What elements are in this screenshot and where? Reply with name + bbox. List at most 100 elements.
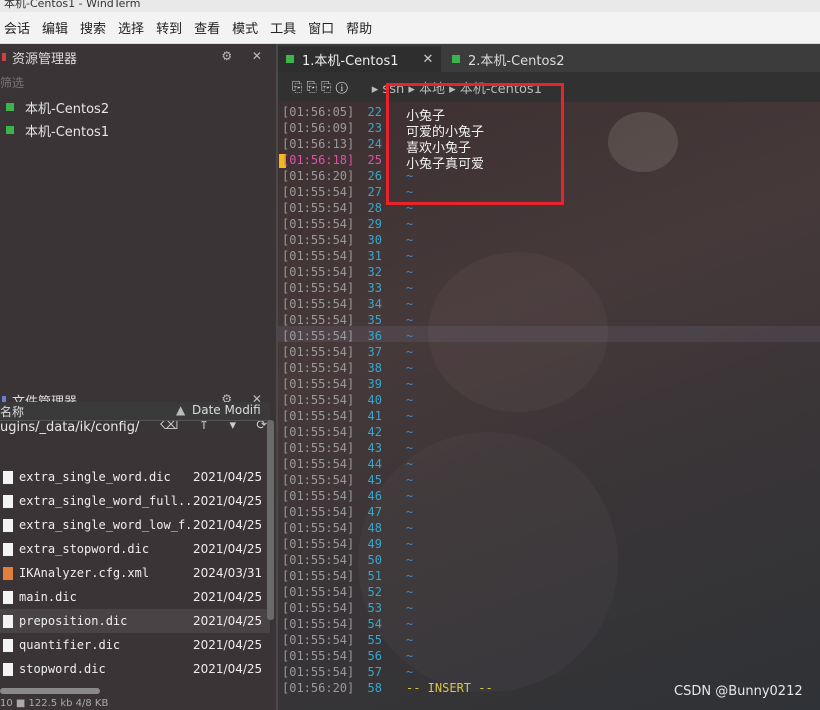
terminal-line: [01:55:54] 37 ~ — [278, 345, 820, 361]
line-timestamp: [01:55:54] — [282, 393, 355, 407]
line-number: 49 — [367, 537, 382, 551]
file-date: 2021/04/25 — [193, 518, 263, 532]
file-row[interactable]: IKAnalyzer.cfg.xml 2024/03/31 — [0, 561, 270, 585]
line-number: 44 — [367, 457, 382, 471]
session-panel-title: 资源管理器 — [12, 51, 78, 67]
line-number: 48 — [367, 521, 382, 535]
file-path-input[interactable]: ugins/_data/ik/config/ — [0, 420, 139, 435]
line-timestamp: [01:55:54] — [282, 217, 355, 231]
menu-mode[interactable]: 模式 — [228, 18, 264, 37]
tab-centos1[interactable]: 1.本机-Centos1 ✕ — [278, 46, 441, 72]
window-title: 本机-Centos1 - WindTerm — [4, 0, 141, 10]
menu-tools[interactable]: 工具 — [266, 18, 302, 37]
empty-line-marker: ~ — [406, 665, 414, 679]
line-timestamp: [01:55:54] — [282, 409, 355, 423]
empty-line-marker: ~ — [406, 281, 414, 295]
file-row[interactable]: stopword.dic 2021/04/25 — [0, 657, 270, 681]
line-number: 47 — [367, 505, 382, 519]
column-date[interactable]: Date Modifi — [192, 403, 261, 417]
column-name[interactable]: 名称 — [0, 403, 24, 420]
empty-line-marker: ~ — [406, 361, 414, 375]
file-date: 2021/04/25 — [193, 614, 263, 628]
terminal-line: [01:55:54] 31 ~ — [278, 249, 820, 265]
file-row[interactable]: quantifier.dic 2021/04/25 — [0, 633, 270, 657]
terminal-line: [01:55:54] 41 ~ — [278, 409, 820, 425]
toolbar-icons[interactable]: ⎘ ⎘ ⎘ ⓘ — [292, 80, 348, 95]
line-timestamp: [01:55:54] — [282, 617, 355, 631]
close-icon[interactable]: ✕ — [423, 52, 434, 67]
file-list-header: 名称 ▲ Date Modifi — [0, 402, 270, 421]
menu-view[interactable]: 查看 — [190, 18, 226, 37]
menu-select[interactable]: 选择 — [114, 18, 150, 37]
file-date: 2021/04/25 — [193, 590, 263, 604]
menu-session[interactable]: 会话 — [0, 18, 36, 37]
session-item[interactable]: 本机-Centos1 — [6, 120, 109, 140]
watermark: CSDN @Bunny0212 — [674, 684, 803, 699]
line-timestamp: [01:55:54] — [282, 441, 355, 455]
line-number: 33 — [367, 281, 382, 295]
empty-line-marker: ~ — [406, 345, 414, 359]
file-date: 2021/04/25 — [193, 638, 263, 652]
session-status-icon — [452, 55, 460, 63]
line-timestamp: [01:55:54] — [282, 249, 355, 263]
terminal-line: [01:55:54] 42 ~ — [278, 425, 820, 441]
session-status-icon — [286, 55, 294, 63]
terminal-line: [01:55:54] 33 ~ — [278, 281, 820, 297]
line-number: 30 — [367, 233, 382, 247]
file-row[interactable]: extra_single_word_full... 2021/04/25 — [0, 489, 270, 513]
file-date: 2024/03/31 — [193, 566, 263, 580]
terminal-line: [01:55:54] 54 ~ — [278, 617, 820, 633]
line-number: 29 — [367, 217, 382, 231]
empty-line-marker: ~ — [406, 585, 414, 599]
file-icon — [3, 470, 13, 484]
terminal-line: [01:55:54] 55 ~ — [278, 633, 820, 649]
line-number: 25 — [367, 153, 382, 167]
line-timestamp: [01:55:54] — [282, 505, 355, 519]
tab-centos2[interactable]: 2.本机-Centos2 — [444, 46, 584, 72]
line-timestamp: [01:55:54] — [282, 665, 355, 679]
terminal-line: [01:55:54] 36 ~ — [278, 329, 820, 345]
session-item[interactable]: 本机-Centos2 — [6, 97, 109, 117]
session-filter-input[interactable]: 筛选 — [0, 74, 24, 91]
empty-line-marker: ~ — [406, 409, 414, 423]
terminal-line: [01:55:54] 57 ~ — [278, 665, 820, 681]
file-list-scrollbar[interactable] — [267, 420, 274, 620]
menu-search[interactable]: 搜索 — [76, 18, 112, 37]
file-name: preposition.dic — [19, 614, 128, 628]
line-number: 34 — [367, 297, 382, 311]
empty-line-marker: ~ — [406, 441, 414, 455]
line-timestamp: [01:55:54] — [282, 377, 355, 391]
empty-line-marker: ~ — [406, 489, 414, 503]
menu-edit[interactable]: 编辑 — [38, 18, 74, 37]
empty-line-marker: ~ — [406, 313, 414, 327]
line-timestamp: [01:55:54] — [282, 601, 355, 615]
file-row[interactable]: main.dic 2021/04/25 — [0, 585, 270, 609]
file-row[interactable]: extra_single_word.dic 2021/04/25 — [0, 465, 270, 489]
menu-window[interactable]: 窗口 — [304, 18, 340, 37]
file-row[interactable]: preposition.dic 2021/04/25 — [0, 609, 270, 633]
line-timestamp: [01:55:54] — [282, 313, 355, 327]
line-number: 56 — [367, 649, 382, 663]
line-number: 53 — [367, 601, 382, 615]
line-number: 37 — [367, 345, 382, 359]
menu-goto[interactable]: 转到 — [152, 18, 188, 37]
line-number: 43 — [367, 441, 382, 455]
file-name: extra_stopword.dic — [19, 542, 150, 556]
line-number: 51 — [367, 569, 382, 583]
file-date: 2021/04/25 — [193, 494, 263, 508]
line-timestamp: [01:56:18] — [282, 153, 355, 167]
empty-line-marker: ~ — [406, 473, 414, 487]
menu-help[interactable]: 帮助 — [342, 18, 378, 37]
terminal-line: [01:55:54] 44 ~ — [278, 457, 820, 473]
terminal-line: [01:55:54] 40 ~ — [278, 393, 820, 409]
file-list-hscrollbar[interactable] — [0, 688, 100, 694]
mode-indicator: -- INSERT -- — [406, 681, 493, 695]
line-number: 50 — [367, 553, 382, 567]
terminal-line: [01:55:54] 32 ~ — [278, 265, 820, 281]
session-panel-tools[interactable]: ⚙ ✕ — [221, 49, 270, 63]
session-status-icon — [6, 103, 14, 111]
file-row[interactable]: extra_stopword.dic 2021/04/25 — [0, 537, 270, 561]
terminal-line: [01:55:54] 46 ~ — [278, 489, 820, 505]
line-number: 39 — [367, 377, 382, 391]
file-row[interactable]: extra_single_word_low_f... 2021/04/25 — [0, 513, 270, 537]
